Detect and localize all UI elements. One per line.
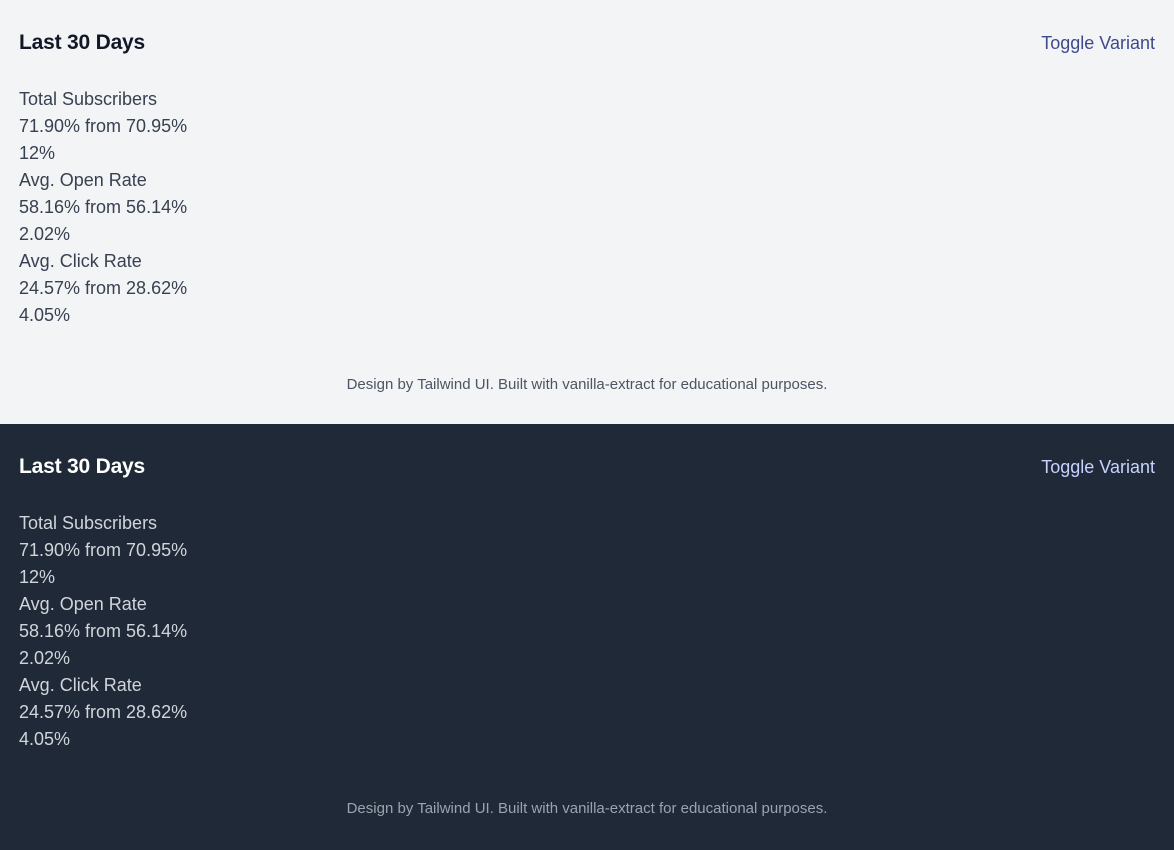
stat-value-total-subscribers: 71.90% from 70.95% — [19, 116, 188, 136]
stat-name-click-rate: Avg. Click Rate — [19, 675, 142, 695]
page-title: Last 30 Days — [19, 31, 146, 54]
stat-change-click-rate: 4.05% — [19, 729, 71, 749]
light-variant-panel: Last 30 Days Toggle Variant Total Subscr… — [0, 0, 1174, 424]
stat-name-open-rate: Avg. Open Rate — [19, 594, 147, 614]
panel-header: Last 30 Days Toggle Variant — [19, 28, 1155, 58]
panel-header: Last 30 Days Toggle Variant — [19, 452, 1155, 482]
stat-change-open-rate: 2.02% — [19, 648, 71, 668]
stat-value-open-rate: 58.16% from 56.14% — [19, 197, 188, 217]
stat-value-click-rate: 24.57% from 28.62% — [19, 278, 188, 298]
stat-name-open-rate: Avg. Open Rate — [19, 170, 147, 190]
stat-change-click-rate: 4.05% — [19, 305, 71, 325]
footer-credit: Design by Tailwind UI. Built with vanill… — [346, 800, 828, 817]
toggle-variant-button[interactable]: Toggle Variant — [1041, 457, 1155, 478]
stat-name-total-subscribers: Total Subscribers — [19, 89, 158, 109]
stat-value-total-subscribers: 71.90% from 70.95% — [19, 540, 188, 560]
stat-value-open-rate: 58.16% from 56.14% — [19, 621, 188, 641]
stat-change-open-rate: 2.02% — [19, 224, 71, 244]
stats-list: Total Subscribers 71.90% from 70.95% 12%… — [19, 86, 187, 329]
page-title: Last 30 Days — [19, 455, 146, 478]
dark-variant-panel: Last 30 Days Toggle Variant Total Subscr… — [0, 424, 1174, 850]
stat-change-total-subscribers: 12% — [19, 143, 56, 163]
stats-list: Total Subscribers 71.90% from 70.95% 12%… — [19, 510, 187, 753]
stat-value-click-rate: 24.57% from 28.62% — [19, 702, 188, 722]
toggle-variant-button[interactable]: Toggle Variant — [1041, 33, 1155, 54]
stat-change-total-subscribers: 12% — [19, 567, 56, 587]
stat-name-total-subscribers: Total Subscribers — [19, 513, 158, 533]
footer-credit: Design by Tailwind UI. Built with vanill… — [346, 376, 828, 393]
stat-name-click-rate: Avg. Click Rate — [19, 251, 142, 271]
